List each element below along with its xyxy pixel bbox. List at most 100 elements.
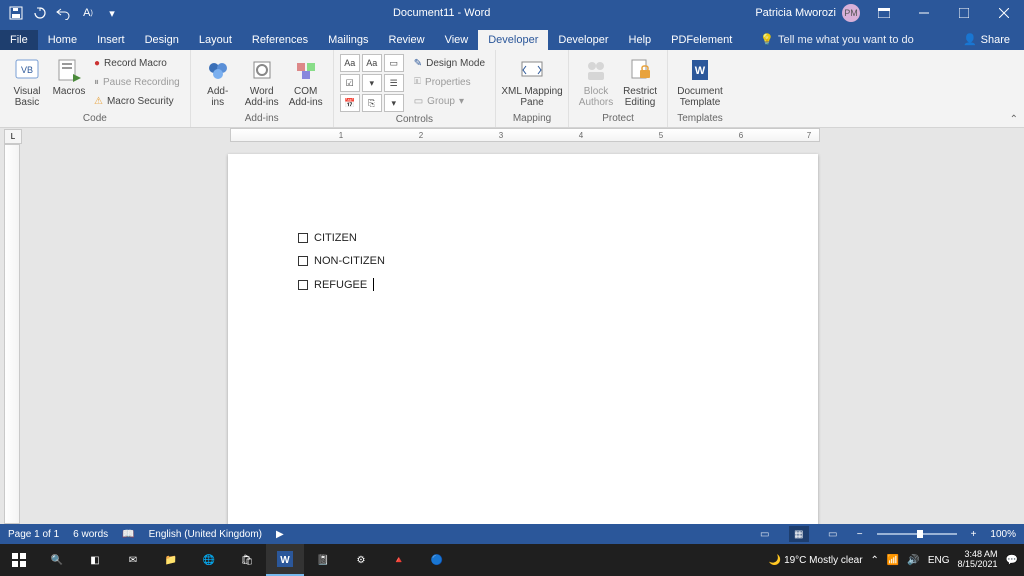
macro-security-button[interactable]: ⚠Macro Security [90,92,184,110]
macro-record-status-icon[interactable]: ▶ [276,529,284,540]
word-taskbar-icon[interactable]: W [266,544,304,576]
input-language[interactable]: ENG [928,555,950,566]
weather-widget[interactable]: 🌙 19°C Mostly clear [769,555,863,566]
group-code: VB Visual Basic Macros ●Record Macro ⏸Pa… [0,50,191,127]
task-view-icon[interactable]: ◧ [76,544,114,576]
ribbon-display-icon[interactable] [864,0,904,26]
tray-chevron-icon[interactable]: ⌃ [871,555,879,566]
notifications-icon[interactable]: 💬 [1006,555,1018,566]
zoom-level[interactable]: 100% [990,529,1016,540]
record-macro-button[interactable]: ●Record Macro [90,54,184,72]
com-addins-button[interactable]: COM Add-ins [285,52,327,108]
lightbulb-icon: 💡 [760,33,774,46]
vertical-ruler[interactable] [4,144,20,524]
settings-icon[interactable]: ⚙ [342,544,380,576]
tab-developer[interactable]: Developer [478,30,548,50]
start-button[interactable] [0,544,38,576]
tab-references[interactable]: References [242,30,318,50]
group-controls: Aa Aa ▭ ☑ ▾ ☰ 📅 ⎘ ▾ ✎Design Mode 🗉Proper… [334,50,496,127]
tab-mailings[interactable]: Mailings [318,30,378,50]
repeating-control-icon[interactable]: ⎘ [362,94,382,112]
pause-recording-button[interactable]: ⏸Pause Recording [90,73,184,91]
chrome-icon[interactable]: 🔵 [418,544,456,576]
windows-taskbar: 🔍 ◧ ✉ 📁 🌐 🛍 W 📓 ⚙ 🔺 🔵 🌙 19°C Mostly clea… [0,544,1024,576]
properties-icon: 🗉 [414,74,421,91]
tab-view[interactable]: View [435,30,479,50]
zoom-slider[interactable] [877,533,957,535]
tab-review[interactable]: Review [379,30,435,50]
print-layout-icon[interactable]: ▦ [789,526,809,542]
zoom-in-button[interactable]: + [971,529,977,540]
word-count[interactable]: 6 words [73,529,108,540]
tab-help[interactable]: Help [619,30,662,50]
store-icon[interactable]: 🛍 [228,544,266,576]
tab-home[interactable]: Home [38,30,87,50]
xml-mapping-button[interactable]: XML Mapping Pane [502,52,562,108]
maximize-button[interactable] [944,0,984,26]
font-icon[interactable]: A) [78,3,98,23]
tab-developer-2[interactable]: Developer [548,30,618,50]
edge-icon[interactable]: 🌐 [190,544,228,576]
collapse-ribbon-icon[interactable]: ⌃ [1010,114,1018,125]
save-icon[interactable] [6,3,26,23]
tell-me-label: Tell me what you want to do [778,34,914,46]
visual-basic-button[interactable]: VB Visual Basic [6,52,48,110]
line-text: REFUGEE [314,279,367,291]
dropdown-control-icon[interactable]: ☰ [384,74,404,92]
tab-selector[interactable]: L [4,129,22,144]
page[interactable]: CITIZEN NON-CITIZEN REFUGEE [228,154,818,524]
read-mode-icon[interactable]: ▭ [755,526,775,542]
block-authors-button[interactable]: Block Authors [575,52,617,108]
tab-file[interactable]: File [0,30,38,50]
mail-icon[interactable]: ✉ [114,544,152,576]
visual-basic-label: Visual Basic [13,86,40,108]
document-content[interactable]: CITIZEN NON-CITIZEN REFUGEE [298,232,385,302]
tab-layout[interactable]: Layout [189,30,242,50]
addins-button[interactable]: Add- ins [197,52,239,108]
document-template-button[interactable]: W Document Template [674,52,726,108]
undo-icon[interactable] [54,3,74,23]
vlc-icon[interactable]: 🔺 [380,544,418,576]
group-label-mapping: Mapping [502,111,562,127]
word-addins-button[interactable]: Word Add-ins [241,52,283,108]
web-layout-icon[interactable]: ▭ [823,526,843,542]
checkbox-icon[interactable] [298,256,308,266]
checkbox-icon[interactable] [298,280,308,290]
design-mode-button[interactable]: ✎Design Mode [410,54,489,72]
horizontal-ruler[interactable]: 1234567 [230,128,820,142]
restrict-editing-button[interactable]: Restrict Editing [619,52,661,108]
checkbox-control-icon[interactable]: ☑ [340,74,360,92]
search-icon[interactable]: 🔍 [38,544,76,576]
picture-control-icon[interactable]: ▭ [384,54,404,72]
qat-customize-icon[interactable]: ▾ [102,3,122,23]
checkbox-icon[interactable] [298,233,308,243]
minimize-button[interactable] [904,0,944,26]
group-label-controls: Controls [340,112,489,128]
wifi-icon[interactable]: 📶 [887,555,899,566]
volume-icon[interactable]: 🔊 [907,555,919,566]
tab-pdfelement[interactable]: PDFelement [661,30,742,50]
onenote-icon[interactable]: 📓 [304,544,342,576]
richtext-control-icon[interactable]: Aa [340,54,360,72]
tab-design[interactable]: Design [135,30,189,50]
file-explorer-icon[interactable]: 📁 [152,544,190,576]
properties-button[interactable]: 🗉Properties [410,73,489,91]
plaintext-control-icon[interactable]: Aa [362,54,382,72]
xml-mapping-label: XML Mapping Pane [501,86,562,108]
zoom-out-button[interactable]: − [857,529,863,540]
legacy-tools-icon[interactable]: ▾ [384,94,404,112]
datepicker-control-icon[interactable]: 📅 [340,94,360,112]
repeat-icon[interactable] [30,3,50,23]
close-button[interactable] [984,0,1024,26]
user-avatar[interactable]: PM [842,4,860,22]
share-button[interactable]: 👤 Share [949,29,1024,50]
combobox-control-icon[interactable]: ▾ [362,74,382,92]
page-number[interactable]: Page 1 of 1 [8,529,59,540]
macros-button[interactable]: Macros [50,52,88,110]
tab-insert[interactable]: Insert [87,30,135,50]
language[interactable]: English (United Kingdom) [149,529,262,540]
group-button[interactable]: ▭Group ▾ [410,92,489,110]
spellcheck-icon[interactable]: 📖 [122,529,134,540]
clock[interactable]: 3:48 AM 8/15/2021 [958,550,998,570]
tell-me[interactable]: 💡 Tell me what you want to do [750,29,923,50]
